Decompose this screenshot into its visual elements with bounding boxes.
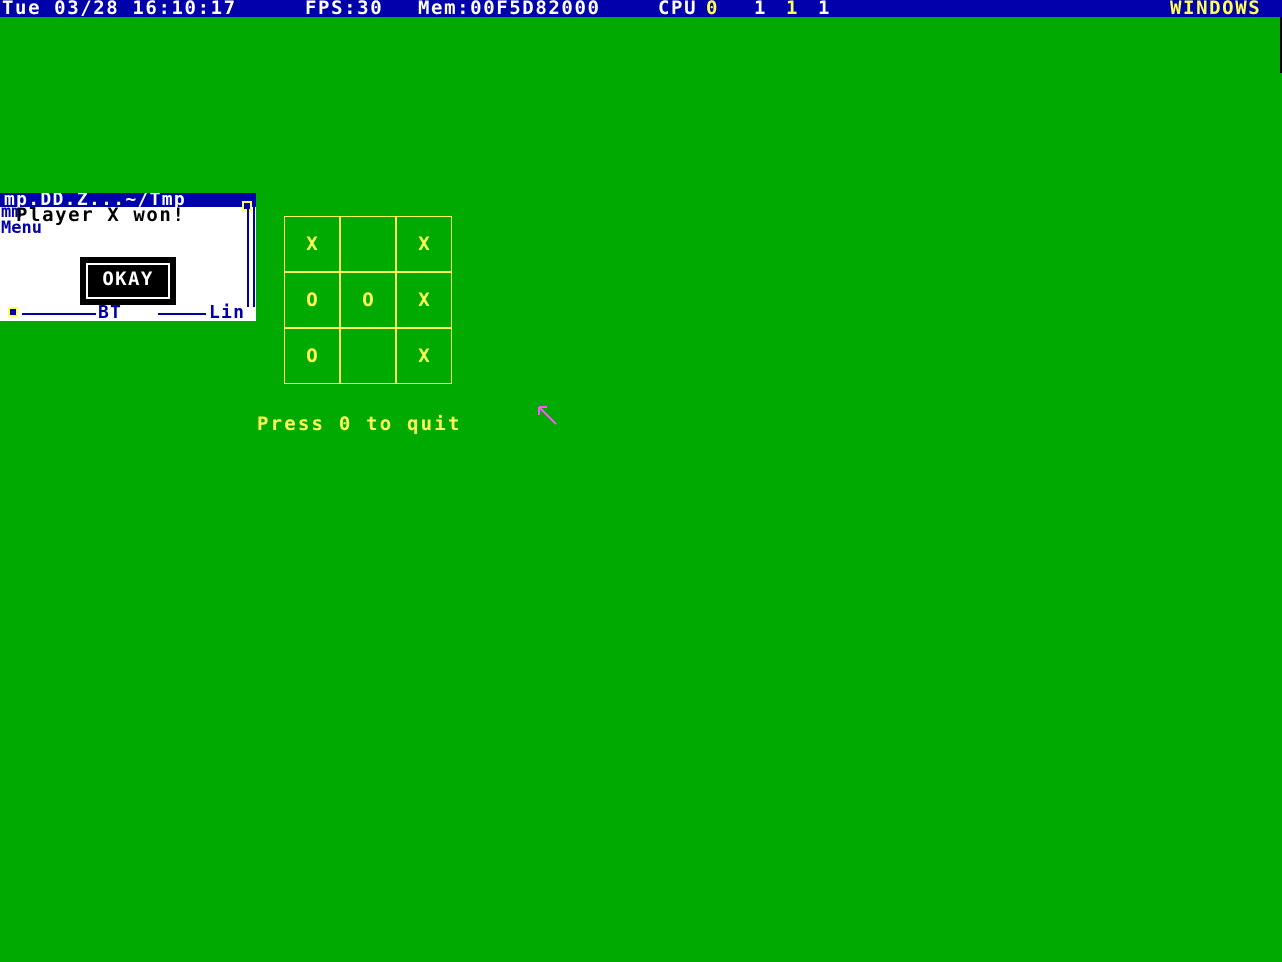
board-cell[interactable] [340,328,396,384]
window-right-border[interactable] [247,207,255,307]
status-cpu2: 1 [786,0,800,19]
windows-menu-button[interactable]: WINDOWS [1170,0,1261,18]
okay-button-label: OKAY [86,263,170,299]
status-fps: FPS:30 [305,0,384,19]
board-cell[interactable]: X [284,216,340,272]
window-bottom-label-right: Lin [209,302,246,322]
okay-button[interactable]: OKAY [80,257,176,305]
quit-instruction: Press 0 to quit [257,413,462,435]
window-bottom-label-left: BT [98,302,123,322]
status-bar: Tue 03/28 16:10:17 FPS:30 Mem:00F5D82000… [0,0,1282,19]
arrow-pointer-icon [538,406,557,425]
window-menu-tab[interactable]: mm Menu [1,204,42,237]
status-memory: Mem:00F5D82000 [418,0,601,19]
board-cell[interactable]: X [396,272,452,328]
board-cell[interactable]: O [284,272,340,328]
status-cpu-label: CPU [658,0,698,19]
status-cpu0: 0 [706,0,720,19]
window-resize-box-icon[interactable] [8,307,18,317]
tic-tac-toe-board: X X O O X O X [284,216,454,386]
result-message: Player X won! [16,204,186,226]
board-cell[interactable]: O [340,272,396,328]
desktop: Tue 03/28 16:10:17 FPS:30 Mem:00F5D82000… [0,0,1282,962]
status-cpu3: 1 [818,0,832,19]
window-bottom-bar: BT Lin [0,302,256,322]
board-cell[interactable]: X [396,328,452,384]
board-cell[interactable]: O [284,328,340,384]
message-window: mp.DD.Z...~/Tmp mm Menu Player X won! OK… [0,193,256,321]
board-cell[interactable]: X [396,216,452,272]
status-datetime: Tue 03/28 16:10:17 [2,0,237,19]
board-cell[interactable] [340,216,396,272]
status-cpu1: 1 [754,0,768,19]
